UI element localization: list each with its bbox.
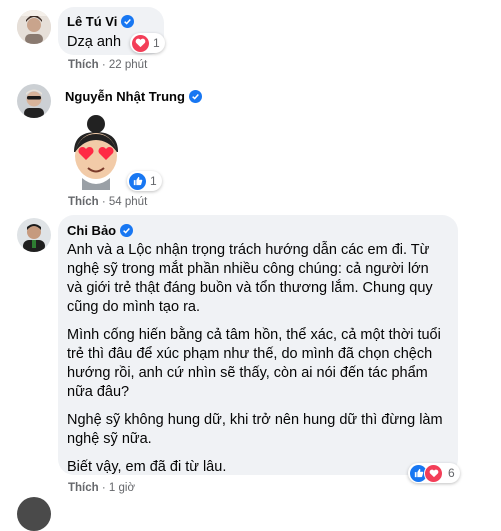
comment-actions: Thích · 1 giờ xyxy=(68,482,135,494)
like-action[interactable]: Thích xyxy=(68,196,99,208)
love-icon xyxy=(132,34,149,52)
avatar-photo-icon xyxy=(17,218,51,252)
reaction-summary[interactable]: 6 xyxy=(408,463,460,483)
separator-dot: · xyxy=(101,482,109,494)
reaction-count: 1 xyxy=(153,36,160,50)
separator-dot: · xyxy=(101,196,109,208)
reaction-summary[interactable]: 1 xyxy=(130,33,165,53)
comment-bubble: Chi Bảo Anh và a Lộc nhận trọng trách hư… xyxy=(58,215,458,475)
avatar[interactable] xyxy=(17,84,51,118)
avatar[interactable] xyxy=(17,218,51,252)
avatar-photo-icon xyxy=(17,84,51,118)
author-name[interactable]: Chi Bảo xyxy=(67,223,116,238)
timestamp[interactable]: 54 phút xyxy=(109,196,147,208)
verified-badge-icon xyxy=(188,90,202,103)
author-name[interactable]: Lê Tú Vi xyxy=(67,14,117,29)
reaction-summary[interactable]: 1 xyxy=(127,171,162,191)
avatar[interactable] xyxy=(17,10,51,44)
verified-badge-icon xyxy=(120,224,134,237)
avatar[interactable] xyxy=(17,497,51,531)
timestamp[interactable]: 22 phút xyxy=(109,59,147,71)
love-icon xyxy=(424,463,443,483)
heart-eyes-avatar-sticker-icon xyxy=(74,115,118,190)
like-icon xyxy=(129,172,146,190)
comment-paragraph: Mình cống hiến bằng cả tâm hồn, thể xác,… xyxy=(67,327,441,400)
comment-paragraph: Biết vậy, em đã đi từ lâu. xyxy=(67,459,227,475)
like-action[interactable]: Thích xyxy=(68,59,99,71)
reaction-count: 6 xyxy=(448,466,455,480)
author-name[interactable]: Nguyễn Nhật Trung xyxy=(65,89,185,104)
comment-paragraph: Anh và a Lộc nhận trọng trách hướng dẫn … xyxy=(67,242,433,315)
sticker[interactable] xyxy=(62,112,130,190)
comment-text: Dzạ anh xyxy=(67,34,122,50)
comment-paragraph: Nghệ sỹ không hung dữ, khi trở nên hung … xyxy=(67,412,443,447)
comment-actions: Thích · 22 phút xyxy=(68,59,147,71)
verified-badge-icon xyxy=(121,15,135,28)
reaction-count: 1 xyxy=(150,174,157,188)
avatar-photo-icon xyxy=(17,10,51,44)
separator-dot: · xyxy=(101,59,109,71)
like-action[interactable]: Thích xyxy=(68,482,99,494)
comment-body: Anh và a Lộc nhận trọng trách hướng dẫn … xyxy=(67,241,445,477)
comment-actions: Thích · 54 phút xyxy=(68,196,147,208)
timestamp[interactable]: 1 giờ xyxy=(109,482,135,494)
